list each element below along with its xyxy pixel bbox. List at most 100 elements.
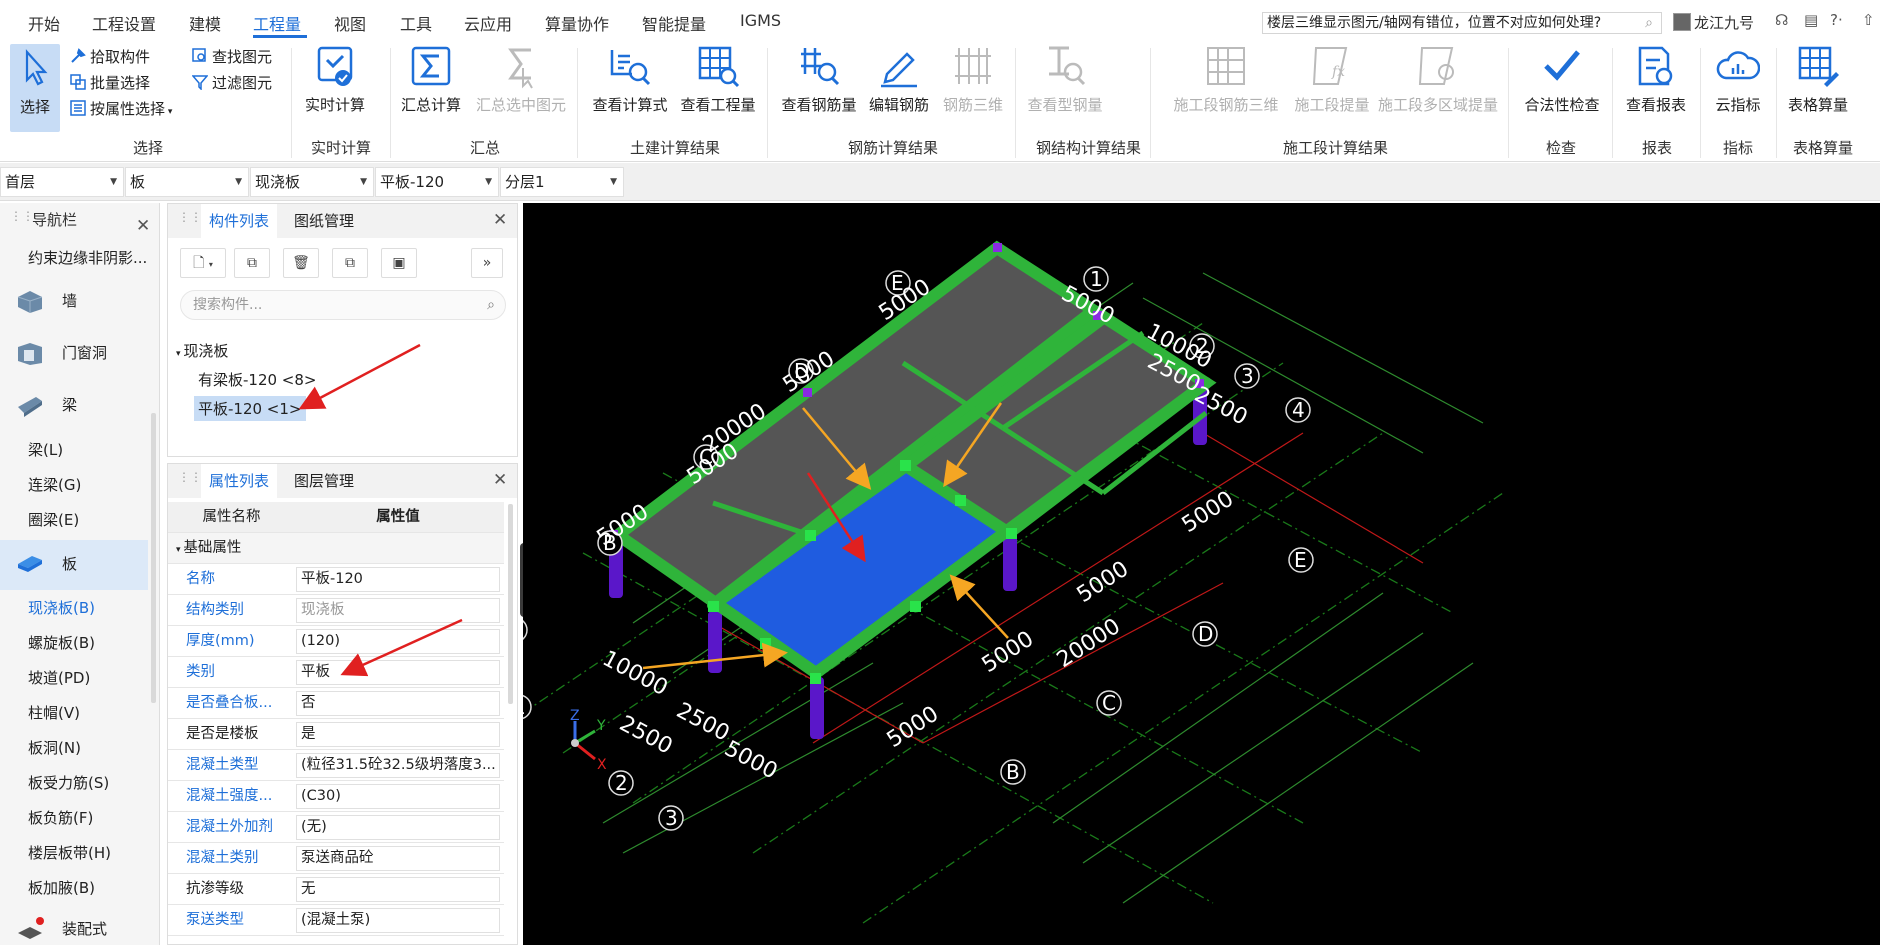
tree-item-flat-slab[interactable]: 平板-120 <1>	[194, 396, 306, 421]
menu-cloud[interactable]: 云应用	[464, 11, 512, 35]
nav-item-cast-slab[interactable]: 现浇板(B)	[28, 597, 95, 618]
copy-component-button[interactable]: ⧉	[234, 248, 270, 278]
menu-modeling[interactable]: 建模	[189, 11, 221, 35]
search-icon[interactable]: ⌕	[487, 291, 495, 319]
stage-multi-button[interactable]: 施工段多区域提量	[1378, 44, 1498, 128]
property-concrete-class-value[interactable]: 泵送商品砼	[296, 846, 500, 871]
menu-view[interactable]: 视图	[334, 11, 366, 35]
property-thickness-value[interactable]: (120)	[296, 629, 500, 654]
nav-item-link-beam[interactable]: 连梁(G)	[28, 474, 81, 495]
property-floor-slab-value[interactable]: 是	[296, 722, 500, 747]
nav-item-neg-rebar[interactable]: 板负筋(F)	[28, 807, 93, 828]
edit-rebar-button[interactable]: 编辑钢筋	[866, 44, 932, 128]
stage-rebar-3d-button[interactable]: 施工段钢筋三维	[1168, 44, 1284, 128]
property-impermeability-value[interactable]: 无	[296, 877, 500, 902]
layer-select[interactable]: 分层1 ▼	[500, 167, 624, 197]
nav-item-slab-haunch[interactable]: 板加腋(B)	[28, 877, 95, 898]
tree-root-cast-slab[interactable]: ▾ 现浇板	[176, 340, 228, 361]
menu-quantity[interactable]: 工程量	[253, 11, 301, 35]
help-search-input[interactable]: 楼层三维显示图元/轴网有错位，位置不对应如何处理? ⌕	[1262, 12, 1662, 34]
nav-item-column-cap[interactable]: 柱帽(V)	[28, 702, 80, 723]
summary-selected-button[interactable]: 汇总选中图元	[472, 44, 570, 128]
close-icon[interactable]: ✕	[136, 209, 150, 243]
view-report-button[interactable]: 查看报表	[1622, 44, 1690, 128]
nav-scrollbar[interactable]	[151, 413, 156, 703]
menu-tools[interactable]: 工具	[400, 11, 432, 35]
close-icon[interactable]: ✕	[493, 470, 507, 490]
new-component-button[interactable]: 🗋 ▾	[180, 248, 226, 278]
search-icon[interactable]: ⌕	[1645, 13, 1653, 33]
rebar-3d-button[interactable]: 钢筋三维	[940, 44, 1006, 128]
cloud-index-button[interactable]: 云指标	[1708, 44, 1768, 128]
floor-select[interactable]: 首层 ▼	[0, 167, 124, 197]
grip-icon[interactable]: ⋮⋮	[178, 211, 202, 228]
help-icon[interactable]: ?·	[1830, 11, 1843, 29]
property-composite-value[interactable]: 否	[296, 691, 500, 716]
delete-component-button[interactable]: 🗑	[283, 248, 319, 278]
realtime-calc-button[interactable]: 实时计算	[300, 44, 370, 128]
menu-collab[interactable]: 算量协作	[545, 11, 609, 35]
property-concrete-type-value[interactable]: (粒径31.5砼32.5级坍落度3...	[296, 753, 500, 778]
pick-component-button[interactable]: 拾取构件	[70, 46, 150, 67]
save-template-button[interactable]: ▣	[381, 248, 417, 278]
user-name[interactable]: 龙江九号	[1694, 12, 1754, 33]
3d-viewport[interactable]: E D C B A 1 2 3 4 E D C B 1 2 3 5000 500…	[523, 203, 1880, 945]
nav-category-wall[interactable]: 墙	[0, 277, 148, 323]
menu-start[interactable]: 开始	[28, 11, 60, 35]
table-calc-button[interactable]: 表格算量	[1780, 44, 1856, 128]
tab-layer-management[interactable]: 图层管理	[286, 464, 362, 498]
nav-item-slab-rebar[interactable]: 板受力筋(S)	[28, 772, 109, 793]
summary-calc-button[interactable]: 汇总计算	[398, 44, 464, 128]
legality-check-button[interactable]: 合法性检查	[1520, 44, 1604, 128]
property-admixture-value[interactable]: (无)	[296, 815, 500, 840]
tab-component-list[interactable]: 构件列表	[201, 204, 278, 238]
nav-category-assembly[interactable]: 装配式	[0, 905, 148, 951]
avatar[interactable]	[1673, 13, 1691, 31]
subtype-select[interactable]: 现浇板 ▼	[250, 167, 374, 197]
find-element-button[interactable]: 查找图元	[192, 46, 272, 67]
filter-element-button[interactable]: 过滤图元	[191, 72, 272, 93]
tab-property-list[interactable]: 属性列表	[201, 464, 278, 498]
more-tools-button[interactable]: »	[471, 248, 503, 278]
property-group-basic[interactable]: ▾ 基础属性	[168, 533, 504, 564]
view-formula-button[interactable]: 查看计算式	[590, 44, 670, 128]
nav-item-floor-band[interactable]: 楼层板带(H)	[28, 842, 111, 863]
property-concrete-strength-value[interactable]: (C30)	[296, 784, 500, 809]
view-steel-button[interactable]: 查看型钢量	[1025, 44, 1105, 128]
property-name-value[interactable]: 平板-120	[296, 567, 500, 592]
component-search-input[interactable]: 搜索构件... ⌕	[180, 290, 506, 320]
component-select[interactable]: 平板-120 ▼	[375, 167, 499, 197]
calendar-icon[interactable]: ▤	[1804, 11, 1818, 29]
nav-item-beam-l[interactable]: 梁(L)	[28, 439, 63, 460]
menu-project-settings[interactable]: 工程设置	[92, 11, 156, 35]
upload-icon[interactable]: ⇧	[1862, 11, 1875, 29]
nav-category-door-window[interactable]: 门窗洞	[0, 329, 148, 375]
nav-item-spiral-slab[interactable]: 螺旋板(B)	[28, 632, 95, 653]
tree-item-beam-slab[interactable]: 有梁板-120 <8>	[198, 369, 317, 390]
grip-icon[interactable]: ⋮⋮	[178, 471, 202, 488]
duplicate-layer-button[interactable]: ⧉	[332, 248, 368, 278]
grip-icon[interactable]: ⋮⋮	[10, 210, 34, 227]
menu-igms[interactable]: IGMS	[740, 11, 781, 30]
property-scrollbar[interactable]	[508, 504, 513, 704]
nav-category-slab[interactable]: 板	[0, 540, 148, 590]
property-pump-type-value[interactable]: (混凝土泵)	[296, 908, 500, 933]
headset-icon[interactable]: ☊	[1775, 11, 1788, 29]
type-select[interactable]: 板 ▼	[125, 167, 249, 197]
attribute-select-button[interactable]: 按属性选择 ▾	[70, 98, 172, 119]
tab-drawing-management[interactable]: 图纸管理	[286, 204, 362, 238]
nav-item-ramp[interactable]: 坡道(PD)	[28, 667, 90, 688]
stage-extract-button[interactable]: fx 施工段提量	[1290, 44, 1374, 128]
batch-select-button[interactable]: 批量选择	[70, 72, 150, 93]
nav-item-slab-hole[interactable]: 板洞(N)	[28, 737, 81, 758]
3d-model-canvas[interactable]: E D C B A 1 2 3 4 E D C B 1 2 3 5000 500…	[523, 203, 1880, 945]
select-button[interactable]: 选择	[10, 44, 60, 132]
nav-item-ring-beam[interactable]: 圈梁(E)	[28, 509, 79, 530]
nav-category-beam[interactable]: 梁	[0, 381, 148, 427]
view-rebar-button[interactable]: 查看钢筋量	[780, 44, 858, 128]
property-category-value[interactable]: 平板	[296, 660, 500, 685]
menu-smart[interactable]: 智能提量	[642, 11, 706, 35]
nav-item-constraint-edge[interactable]: 约束边缘非阴影...	[28, 247, 147, 268]
view-quantity-button[interactable]: 查看工程量	[678, 44, 758, 128]
close-icon[interactable]: ✕	[493, 210, 507, 230]
